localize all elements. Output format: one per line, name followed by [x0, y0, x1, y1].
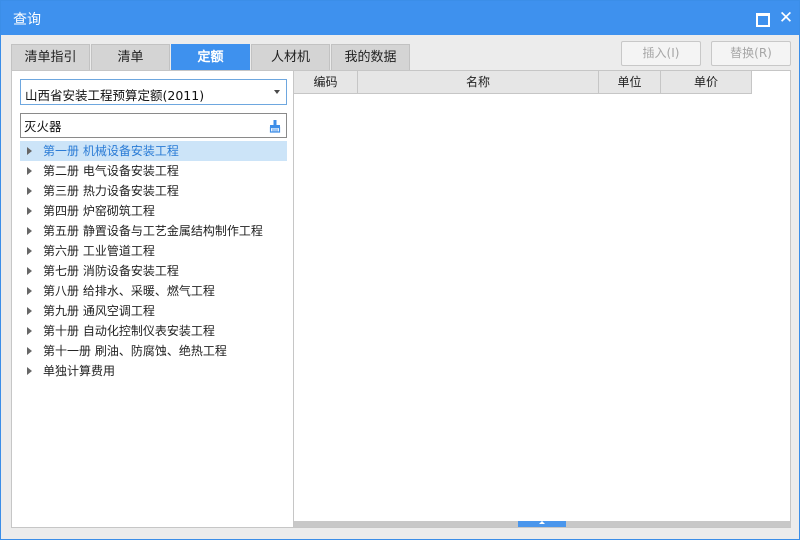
quota-tree: 第一册 机械设备安装工程 第二册 电气设备安装工程 第三册 热力设备安装工程 第…: [20, 141, 287, 381]
tree-item-label: 第十册 自动化控制仪表安装工程: [43, 324, 215, 338]
search-box[interactable]: [20, 113, 287, 138]
tree-item-label: 第五册 静置设备与工艺金属结构制作工程: [43, 224, 263, 238]
caret-right-icon[interactable]: [27, 227, 32, 235]
tab-list-guide[interactable]: 清单指引: [11, 44, 90, 70]
caret-right-icon[interactable]: [27, 367, 32, 375]
tree-item-label: 第六册 工业管道工程: [43, 244, 155, 258]
tab-labor-material-machine[interactable]: 人材机: [251, 44, 330, 70]
tree-item[interactable]: 第七册 消防设备安装工程: [20, 261, 287, 281]
window-title: 查询: [13, 12, 41, 28]
caret-right-icon[interactable]: [27, 167, 32, 175]
maximize-icon[interactable]: [753, 9, 771, 27]
caret-right-icon[interactable]: [27, 247, 32, 255]
caret-right-icon[interactable]: [27, 187, 32, 195]
caret-right-icon[interactable]: [27, 267, 32, 275]
tab-quota[interactable]: 定额: [171, 44, 250, 70]
caret-right-icon[interactable]: [27, 327, 32, 335]
replace-button[interactable]: 替换(R): [711, 41, 791, 66]
column-header-unit[interactable]: 单位: [599, 71, 661, 94]
tree-item[interactable]: 第四册 炉窑砌筑工程: [20, 201, 287, 221]
tree-item-label: 单独计算费用: [43, 364, 116, 378]
caret-right-icon[interactable]: [27, 347, 32, 355]
column-header-price[interactable]: 单价: [661, 71, 752, 94]
close-icon[interactable]: ✕: [777, 9, 795, 27]
tree-item[interactable]: 第八册 给排水、采暖、燃气工程: [20, 281, 287, 301]
query-dialog: 查询 ✕ 清单指引 清单 定额 人材机 我的数据 插入(I) 替换(R) 山西省…: [0, 0, 800, 540]
tab-list[interactable]: 清单: [91, 44, 170, 70]
tree-item-label: 第三册 热力设备安装工程: [43, 184, 179, 198]
tree-item[interactable]: 第六册 工业管道工程: [20, 241, 287, 261]
tree-item-label: 第二册 电气设备安装工程: [43, 164, 179, 178]
chevron-down-icon[interactable]: [274, 90, 280, 94]
tree-item[interactable]: 第二册 电气设备安装工程: [20, 161, 287, 181]
tree-item[interactable]: 第十册 自动化控制仪表安装工程: [20, 321, 287, 341]
tree-item[interactable]: 第十一册 刷油、防腐蚀、绝热工程: [20, 341, 287, 361]
caret-right-icon[interactable]: [27, 207, 32, 215]
tree-item-label: 第一册 机械设备安装工程: [43, 144, 179, 158]
tree-item-label: 第七册 消防设备安装工程: [43, 264, 179, 278]
title-bar[interactable]: 查询 ✕: [1, 1, 799, 35]
horizontal-scrollbar[interactable]: [294, 521, 790, 527]
insert-button[interactable]: 插入(I): [621, 41, 701, 66]
grid-header: 编码 名称 单位 单价: [294, 71, 752, 94]
quota-library-value: 山西省安装工程预算定额(2011): [25, 88, 205, 103]
results-grid: 编码 名称 单位 单价: [293, 70, 791, 528]
tree-item[interactable]: 第一册 机械设备安装工程: [20, 141, 287, 161]
chevron-up-icon: [539, 521, 545, 524]
tab-my-data[interactable]: 我的数据: [331, 44, 410, 70]
quota-library-select[interactable]: 山西省安装工程预算定额(2011): [20, 79, 287, 105]
search-input[interactable]: [24, 117, 264, 134]
tree-item-label: 第八册 给排水、采暖、燃气工程: [43, 284, 215, 298]
left-panel: 山西省安装工程预算定额(2011) 第一册 机械设备安装工程 第二册 电气设备安…: [11, 70, 294, 528]
caret-right-icon[interactable]: [27, 147, 32, 155]
clear-search-icon[interactable]: [268, 119, 282, 133]
caret-right-icon[interactable]: [27, 287, 32, 295]
tree-item-label: 第四册 炉窑砌筑工程: [43, 204, 155, 218]
caret-right-icon[interactable]: [27, 307, 32, 315]
tree-item-label: 第十一册 刷油、防腐蚀、绝热工程: [43, 344, 227, 358]
tree-item[interactable]: 第三册 热力设备安装工程: [20, 181, 287, 201]
scrollbar-thumb[interactable]: [518, 521, 566, 527]
tree-item-label: 第九册 通风空调工程: [43, 304, 155, 318]
tree-item[interactable]: 单独计算费用: [20, 361, 287, 381]
tree-item[interactable]: 第五册 静置设备与工艺金属结构制作工程: [20, 221, 287, 241]
column-header-code[interactable]: 编码: [294, 71, 358, 94]
column-header-name[interactable]: 名称: [358, 71, 599, 94]
tree-item[interactable]: 第九册 通风空调工程: [20, 301, 287, 321]
